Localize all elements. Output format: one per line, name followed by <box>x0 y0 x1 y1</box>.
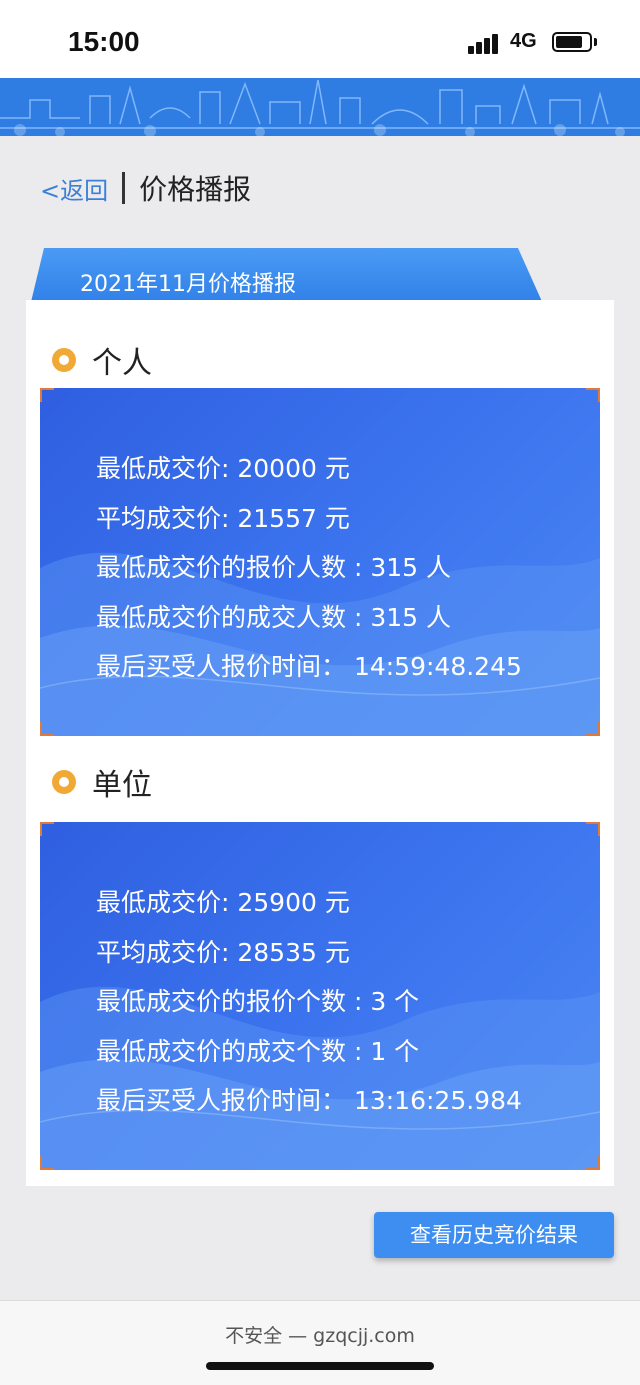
section-header-individual: 个人 <box>52 338 152 382</box>
corner-mark <box>586 1156 600 1170</box>
stat-lowest-price: 最低成交价: 20000 元 <box>96 454 350 483</box>
price-report-card: 个人 最低成交价: 20000 元 平均成交价: 21557 元 最低成交价的报… <box>26 300 614 1186</box>
signal-icon <box>468 32 500 54</box>
back-link[interactable]: <返回 <box>40 171 108 206</box>
corner-mark <box>586 722 600 736</box>
stat-average-price: 平均成交价: 28535 元 <box>96 937 350 967</box>
corner-mark <box>40 822 54 836</box>
network-type: 4G <box>510 30 537 52</box>
view-history-button[interactable]: 查看历史竞价结果 <box>374 1212 614 1258</box>
home-indicator[interactable] <box>206 1362 434 1370</box>
section-header-organization: 单位 <box>52 760 152 804</box>
stat-lowest-bidders: 最低成交价的报价个数 : 3 个 <box>96 987 420 1016</box>
month-label: 2021年11月价格播报 <box>80 272 296 297</box>
stat-list: 最低成交价: 25900 元 平均成交价: 28535 元 最低成交价的报价个数… <box>96 878 522 1126</box>
battery-tip <box>594 38 597 46</box>
stat-last-bid-time: 最后买受人报价时间： 13:16:25.984 <box>96 1086 522 1115</box>
stat-average-price: 平均成交价: 21557 元 <box>96 503 350 533</box>
skyline-illustration <box>0 78 640 136</box>
bullet-icon <box>52 770 76 794</box>
nav-divider <box>122 172 126 204</box>
section-title: 个人 <box>92 346 152 381</box>
battery-icon <box>552 32 592 52</box>
nav-bar: <返回 价格播报 <box>40 168 251 208</box>
section-title: 单位 <box>92 768 152 803</box>
stats-panel-organization: 最低成交价: 25900 元 平均成交价: 28535 元 最低成交价的报价个数… <box>40 822 600 1170</box>
corner-mark <box>40 1156 54 1170</box>
stats-panel-individual: 最低成交价: 20000 元 平均成交价: 21557 元 最低成交价的报价人数… <box>40 388 600 736</box>
url-text[interactable]: 不安全 — gzqcjj.com <box>0 1321 640 1348</box>
stat-list: 最低成交价: 20000 元 平均成交价: 21557 元 最低成交价的报价人数… <box>96 444 522 692</box>
stat-lowest-price: 最低成交价: 25900 元 <box>96 888 350 917</box>
header-banner <box>0 78 640 136</box>
corner-mark <box>40 388 54 402</box>
page-title: 价格播报 <box>139 173 252 206</box>
status-time: 15:00 <box>68 26 140 57</box>
corner-mark <box>586 822 600 836</box>
stat-lowest-deals: 最低成交价的成交人数 : 315 人 <box>96 602 451 632</box>
corner-mark <box>586 388 600 402</box>
corner-mark <box>40 722 54 736</box>
stat-lowest-bidders: 最低成交价的报价人数 : 315 人 <box>96 553 451 582</box>
stat-last-bid-time: 最后买受人报价时间： 14:59:48.245 <box>96 652 522 681</box>
browser-url-bar[interactable]: 不安全 — gzqcjj.com <box>0 1300 640 1385</box>
stat-lowest-deals: 最低成交价的成交个数 : 1 个 <box>96 1036 420 1066</box>
status-bar: 15:00 4G <box>0 0 640 78</box>
bullet-icon <box>52 348 76 372</box>
